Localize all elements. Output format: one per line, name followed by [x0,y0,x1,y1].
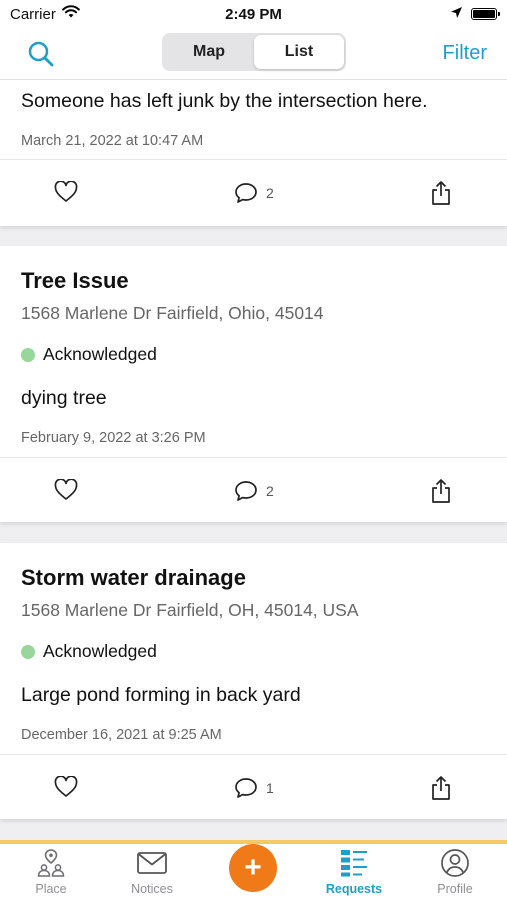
comment-button[interactable]: 1 [234,777,274,799]
share-button[interactable] [430,180,452,206]
request-description: Large pond forming in back yard [21,684,301,706]
like-button[interactable] [54,776,78,798]
tab-notices[interactable]: Notices [102,848,202,900]
profile-icon [441,849,469,877]
like-button[interactable] [54,181,78,203]
filter-button[interactable]: Filter [443,42,487,65]
card-divider [0,159,507,160]
share-icon [432,181,450,205]
plus-icon: + [244,851,262,884]
search-button[interactable] [26,39,56,69]
new-request-button[interactable]: + [229,844,277,892]
place-icon [37,849,65,877]
comment-button[interactable]: 2 [234,480,274,502]
wifi-icon [62,5,80,23]
comment-bubble-icon [235,183,257,203]
comment-count: 2 [266,185,274,201]
request-feed[interactable]: Someone has left junk by the intersectio… [0,80,507,842]
status-right [450,6,500,23]
view-segmented-control: Map List [162,33,346,71]
tab-label: Place [35,882,67,896]
tab-requests[interactable]: Requests [304,848,404,900]
tab-profile[interactable]: Profile [405,848,505,900]
tab-label: Notices [131,882,173,896]
status-bar: Carrier 2:49 PM [0,0,507,28]
request-date: December 16, 2021 at 9:25 AM [21,727,222,743]
comment-count: 1 [266,780,274,796]
requests-list-icon [341,850,367,877]
carrier-label: Carrier [10,5,56,23]
status-dot [21,347,35,362]
search-icon [28,41,54,66]
request-description: dying tree [21,387,107,409]
segment-list[interactable]: List [254,35,344,69]
heart-icon [54,181,78,202]
comment-button[interactable]: 2 [234,182,274,204]
card-divider [0,457,507,458]
request-card[interactable]: Storm water drainage 1568 Marlene Dr Fai… [0,543,507,819]
request-title: Tree Issue [21,268,129,293]
status-left: Carrier [10,5,80,23]
heart-icon [54,776,78,797]
heart-icon [54,479,78,500]
card-divider [0,754,507,755]
status-label: Acknowledged [43,641,157,661]
request-card[interactable]: Someone has left junk by the intersectio… [0,80,507,226]
status-badge: Acknowledged [21,344,157,365]
tab-place[interactable]: Place [1,848,101,900]
tab-label: Requests [325,882,383,896]
share-icon [432,479,450,503]
share-button[interactable] [430,478,452,504]
status-dot [21,644,35,659]
nav-bar: Map List Filter [0,28,507,80]
comment-bubble-icon [235,778,257,798]
request-address: 1568 Marlene Dr Fairfield, OH, 45014, US… [21,600,359,620]
status-label: Acknowledged [43,344,157,364]
status-badge: Acknowledged [21,641,157,662]
comment-bubble-icon [235,481,257,501]
location-arrow-icon [450,6,463,23]
share-button[interactable] [430,775,452,801]
request-date: February 9, 2022 at 3:26 PM [21,430,206,446]
segment-map[interactable]: Map [164,35,254,69]
like-button[interactable] [54,479,78,501]
tab-label: Profile [437,882,473,896]
comment-count: 2 [266,483,274,499]
share-icon [432,776,450,800]
mail-icon [137,852,167,874]
request-title: Storm water drainage [21,565,246,590]
request-address: 1568 Marlene Dr Fairfield, Ohio, 45014 [21,303,324,323]
request-description: Someone has left junk by the intersectio… [21,90,428,112]
request-card[interactable]: Tree Issue 1568 Marlene Dr Fairfield, Oh… [0,246,507,522]
request-date: March 21, 2022 at 10:47 AM [21,133,204,149]
battery-icon [471,8,500,20]
